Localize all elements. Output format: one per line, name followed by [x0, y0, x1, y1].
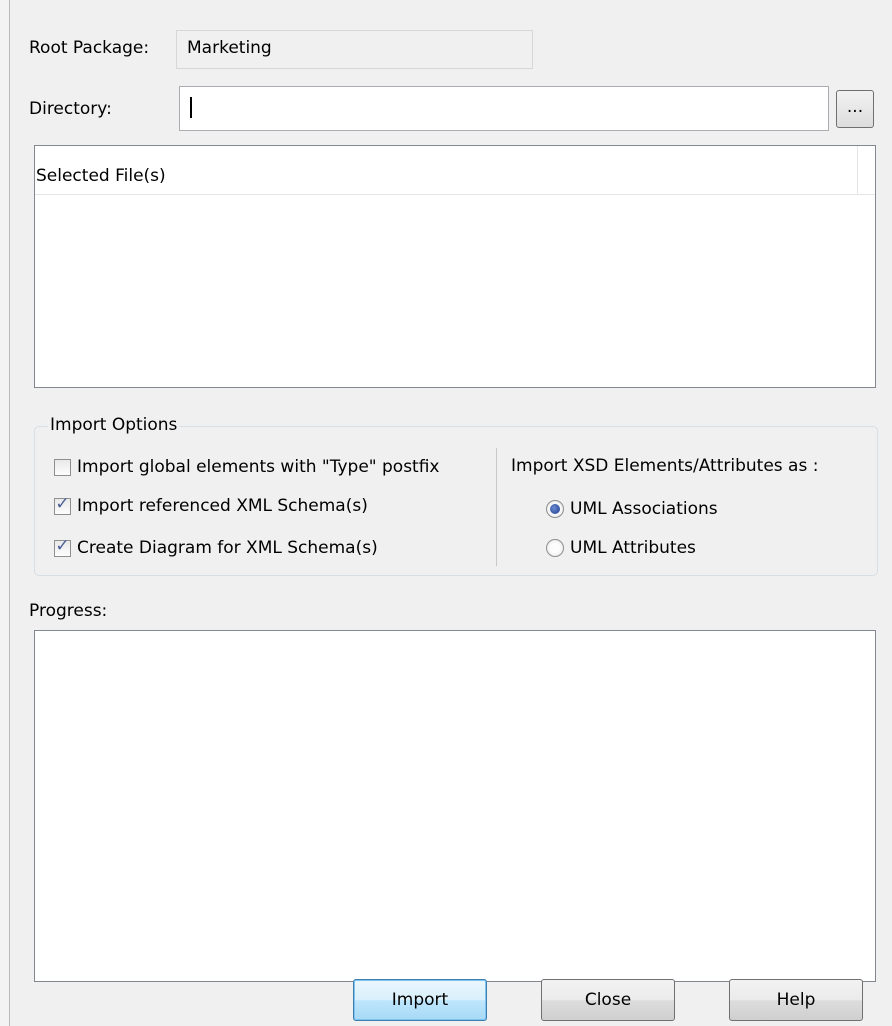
- checkbox-type-postfix[interactable]: Import global elements with "Type" postf…: [54, 457, 439, 477]
- progress-label: Progress:: [29, 601, 108, 621]
- checkbox-type-postfix-label: Import global elements with "Type" postf…: [77, 457, 440, 477]
- import-button-label: Import: [391, 990, 449, 1010]
- import-button[interactable]: Import: [353, 979, 487, 1021]
- root-package-label: Root Package:: [29, 38, 150, 58]
- xsd-import-dialog: Root Package: Marketing Directory: ... S…: [0, 0, 892, 1026]
- checkbox-box[interactable]: [54, 458, 71, 476]
- list-header: Selected File(s): [35, 146, 875, 195]
- radio-uml-associations[interactable]: UML Associations: [546, 499, 718, 519]
- check-icon: ✓: [55, 493, 70, 514]
- import-options-title: Import Options: [48, 415, 180, 435]
- checkbox-box[interactable]: ✓: [54, 494, 71, 515]
- radio-button[interactable]: [546, 500, 564, 518]
- close-button-label: Close: [584, 990, 632, 1010]
- checkbox-create-diagram[interactable]: ✓ Create Diagram for XML Schema(s): [54, 536, 378, 558]
- column-header-selected-files[interactable]: Selected File(s): [36, 166, 166, 186]
- progress-log[interactable]: [34, 630, 876, 982]
- help-button[interactable]: Help: [729, 979, 863, 1021]
- checkbox-referenced-schemas[interactable]: ✓ Import referenced XML Schema(s): [54, 494, 368, 516]
- close-button[interactable]: Close: [541, 979, 675, 1021]
- text-caret: [190, 97, 192, 118]
- options-divider: [496, 448, 497, 566]
- help-button-label: Help: [776, 990, 816, 1010]
- checkbox-referenced-schemas-label: Import referenced XML Schema(s): [77, 496, 368, 516]
- root-package-field: Marketing: [176, 30, 533, 69]
- column-divider[interactable]: [857, 146, 858, 195]
- browse-button-label: ...: [846, 97, 864, 117]
- directory-input[interactable]: [179, 86, 829, 131]
- radio-selected-dot: [550, 504, 560, 514]
- checkbox-create-diagram-label: Create Diagram for XML Schema(s): [77, 538, 378, 558]
- radio-uml-attributes-label: UML Attributes: [570, 538, 696, 558]
- selected-files-list[interactable]: Selected File(s): [34, 145, 876, 388]
- checkbox-box[interactable]: ✓: [54, 536, 71, 557]
- root-package-value: Marketing: [187, 38, 272, 58]
- window-edge: [0, 0, 10, 1026]
- directory-label: Directory:: [29, 99, 112, 119]
- import-as-label: Import XSD Elements/Attributes as :: [511, 456, 819, 476]
- radio-uml-attributes[interactable]: UML Attributes: [546, 538, 696, 558]
- check-icon: ✓: [55, 535, 70, 556]
- radio-button[interactable]: [546, 539, 564, 557]
- browse-button[interactable]: ...: [836, 90, 874, 128]
- radio-uml-associations-label: UML Associations: [570, 499, 718, 519]
